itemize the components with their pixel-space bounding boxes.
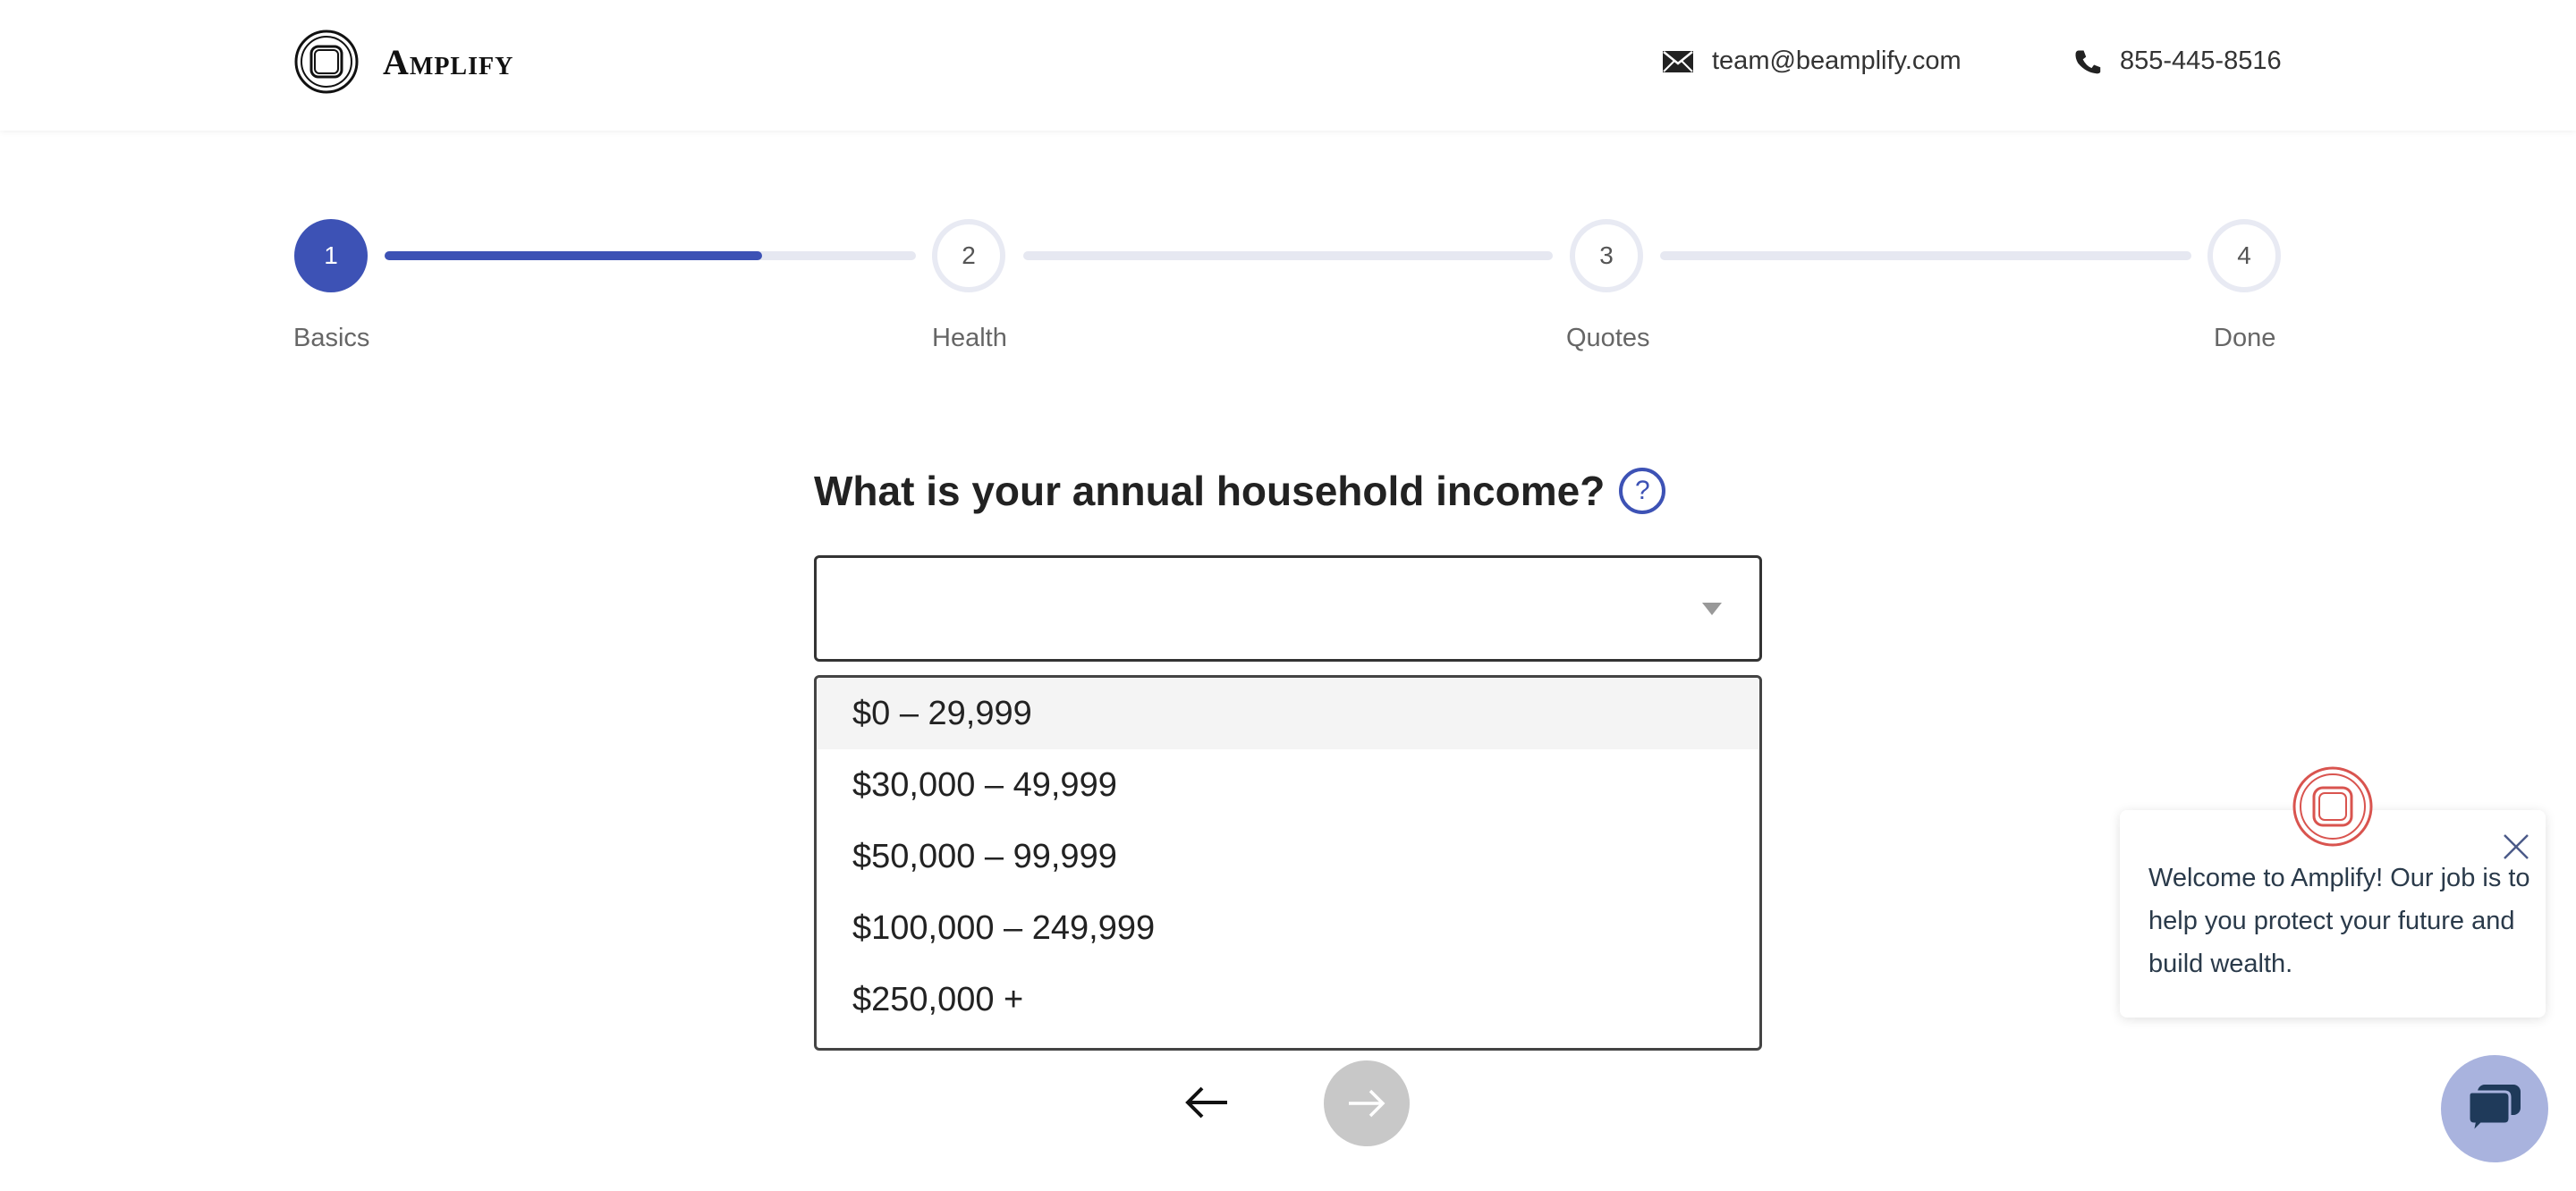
- step-track-2: [1023, 251, 1553, 260]
- amplify-chat-logo-icon: [2292, 766, 2373, 847]
- income-option[interactable]: $30,000 – 49,999: [817, 749, 1759, 821]
- income-select[interactable]: [814, 555, 1762, 662]
- step-3-circle: 3: [1570, 219, 1643, 292]
- step-track-fill: [385, 251, 762, 260]
- step-1-number: 1: [324, 241, 338, 269]
- chat-welcome-message: Welcome to Amplify! Our job is to help y…: [2148, 864, 2530, 978]
- step-2-number: 2: [962, 241, 976, 269]
- step-2-label: Health: [932, 324, 1007, 352]
- question-heading: What is your annual household income? ?: [814, 467, 1666, 515]
- step-4-circle: 4: [2207, 219, 2281, 292]
- next-button[interactable]: [1324, 1060, 1410, 1146]
- back-button[interactable]: [1182, 1080, 1233, 1125]
- step-3-label: Quotes: [1566, 324, 1650, 352]
- income-option[interactable]: $100,000 – 249,999: [817, 892, 1759, 964]
- step-track-1: [385, 251, 916, 260]
- help-icon[interactable]: ?: [1619, 468, 1666, 514]
- step-4-label: Done: [2214, 324, 2276, 352]
- chat-bubble-icon: [2467, 1085, 2521, 1136]
- step-4-number: 4: [2237, 241, 2251, 269]
- arrow-right-icon: [1349, 1089, 1385, 1118]
- income-option[interactable]: $50,000 – 99,999: [817, 821, 1759, 892]
- progress-stepper: 1 2 3 4 Basics Health Quotes Done: [0, 0, 2576, 376]
- step-1-label: Basics: [293, 324, 370, 352]
- income-option[interactable]: $250,000 +: [817, 964, 1759, 1035]
- chat-launcher-button[interactable]: [2441, 1055, 2548, 1162]
- step-3-number: 3: [1599, 241, 1614, 269]
- step-2-circle: 2: [932, 219, 1005, 292]
- income-dropdown-menu: $0 – 29,999 $30,000 – 49,999 $50,000 – 9…: [814, 675, 1762, 1051]
- step-track-3: [1660, 251, 2191, 260]
- arrow-left-icon: [1185, 1086, 1227, 1119]
- chevron-down-icon[interactable]: [1702, 603, 1722, 615]
- step-1-circle: 1: [294, 219, 368, 292]
- income-option[interactable]: $0 – 29,999: [817, 678, 1759, 749]
- question-text: What is your annual household income?: [814, 468, 1606, 514]
